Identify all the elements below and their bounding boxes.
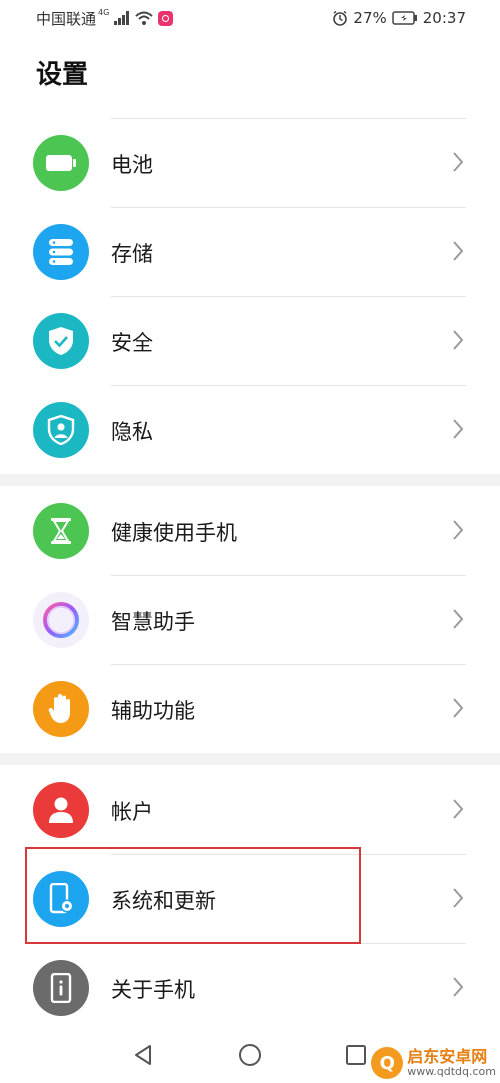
settings-item-battery[interactable]: 电池 bbox=[0, 118, 500, 207]
battery-icon bbox=[33, 135, 89, 191]
recent-apps-icon[interactable] bbox=[344, 1043, 368, 1067]
settings-item-storage[interactable]: 存储 bbox=[0, 207, 500, 296]
divider bbox=[111, 854, 466, 855]
settings-item-digital-balance[interactable]: 健康使用手机 bbox=[0, 486, 500, 575]
battery-status-icon bbox=[392, 11, 417, 25]
status-left: 中国联通 4G bbox=[36, 7, 174, 29]
settings-item-smart-assistant[interactable]: 智慧助手 bbox=[0, 575, 500, 664]
status-right: 27% 20:37 bbox=[332, 9, 466, 27]
settings-item-label: 安全 bbox=[111, 331, 153, 355]
settings-item-system-update[interactable]: 系统和更新 bbox=[0, 854, 500, 943]
home-icon[interactable] bbox=[238, 1043, 262, 1067]
network-type: 4G bbox=[98, 7, 110, 17]
hand-icon bbox=[33, 681, 89, 737]
carrier-label: 中国联通 bbox=[36, 9, 97, 28]
hourglass-icon bbox=[33, 503, 89, 559]
clock: 20:37 bbox=[422, 9, 466, 27]
settings-item-security[interactable]: 安全 bbox=[0, 296, 500, 385]
divider bbox=[111, 207, 466, 208]
chevron-right-icon bbox=[453, 419, 464, 439]
chevron-right-icon bbox=[453, 888, 464, 908]
signal-icon bbox=[114, 11, 130, 25]
notification-app-icon bbox=[158, 10, 174, 26]
chevron-right-icon bbox=[453, 698, 464, 718]
watermark-text: 启东安卓网 www.qdtdq.com bbox=[407, 1048, 496, 1078]
settings-item-accessibility[interactable]: 辅助功能 bbox=[0, 664, 500, 753]
chevron-right-icon bbox=[453, 799, 464, 819]
watermark-url: www.qdtdq.com bbox=[407, 1064, 496, 1078]
group-separator bbox=[0, 474, 500, 486]
page-title: 设置 bbox=[36, 60, 89, 90]
watermark-logo-icon: Q bbox=[371, 1047, 404, 1079]
divider bbox=[111, 664, 466, 665]
chevron-right-icon bbox=[453, 977, 464, 997]
chevron-right-icon bbox=[453, 609, 464, 629]
settings-item-label: 隐私 bbox=[111, 420, 153, 444]
chevron-right-icon bbox=[453, 152, 464, 172]
back-icon[interactable] bbox=[131, 1043, 155, 1067]
chevron-right-icon bbox=[453, 330, 464, 350]
settings-item-label: 系统和更新 bbox=[111, 889, 216, 913]
watermark: Q 启东安卓网 www.qdtdq.com bbox=[371, 1047, 496, 1079]
storage-icon bbox=[33, 224, 89, 280]
chevron-right-icon bbox=[453, 520, 464, 540]
settings-item-label: 存储 bbox=[111, 242, 153, 266]
divider bbox=[111, 575, 466, 576]
chevron-right-icon bbox=[453, 241, 464, 261]
settings-item-label: 帐户 bbox=[111, 800, 153, 824]
divider bbox=[111, 943, 466, 944]
divider bbox=[111, 118, 466, 119]
battery-percent: 27% bbox=[353, 9, 387, 27]
divider bbox=[111, 385, 466, 386]
status-bar: 中国联通 4G 27% 20:37 bbox=[0, 0, 500, 36]
settings-item-label: 关于手机 bbox=[111, 978, 195, 1002]
about-phone-icon bbox=[33, 960, 89, 1016]
watermark-name: 启东安卓网 bbox=[407, 1047, 488, 1067]
wifi-icon bbox=[135, 11, 153, 25]
settings-item-account[interactable]: 帐户 bbox=[0, 765, 500, 854]
settings-item-label: 辅助功能 bbox=[111, 699, 195, 723]
privacy-icon bbox=[33, 402, 89, 458]
group-separator bbox=[0, 753, 500, 765]
settings-item-label: 智慧助手 bbox=[111, 610, 195, 634]
settings-item-label: 健康使用手机 bbox=[111, 521, 237, 545]
settings-list: 电池 存储 安全 隐私 健康使用手机 智慧助手 辅助功能 帐户 系统和更新 关于… bbox=[0, 118, 500, 1032]
settings-item-label: 电池 bbox=[111, 153, 153, 177]
phone-settings-icon bbox=[33, 871, 89, 927]
settings-group-usage: 健康使用手机 智慧助手 辅助功能 bbox=[0, 486, 500, 753]
divider bbox=[111, 296, 466, 297]
alarm-icon bbox=[333, 10, 348, 26]
settings-group-device: 电池 存储 安全 隐私 bbox=[0, 118, 500, 474]
assistant-ring-icon bbox=[33, 592, 89, 648]
settings-item-privacy[interactable]: 隐私 bbox=[0, 385, 500, 474]
account-icon bbox=[33, 782, 89, 838]
settings-group-system: 帐户 系统和更新 关于手机 bbox=[0, 765, 500, 1032]
settings-item-about-phone[interactable]: 关于手机 bbox=[0, 943, 500, 1032]
shield-check-icon bbox=[33, 313, 89, 369]
